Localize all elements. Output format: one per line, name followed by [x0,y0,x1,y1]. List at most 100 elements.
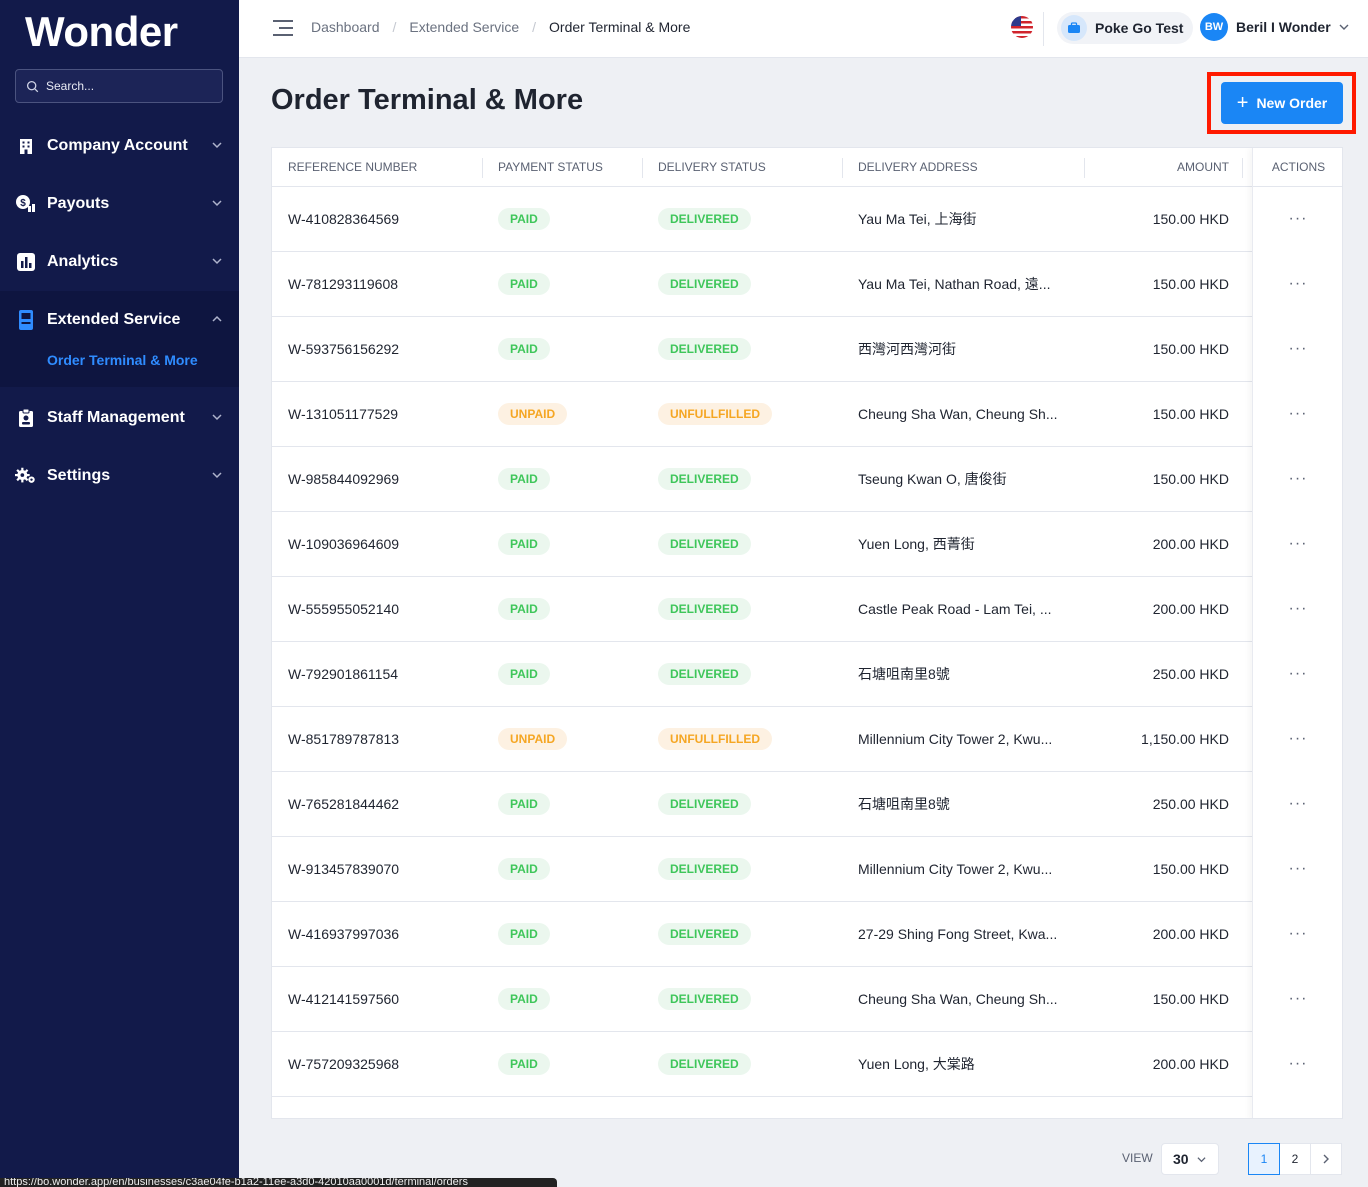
staff-icon [15,407,37,429]
table-row[interactable]: W-985844092969 PAID DELIVERED Tseung Kwan O… [272,447,1342,512]
payment-status-badge: UNPAID [498,728,568,750]
new-order-button[interactable]: + New Order [1221,82,1343,124]
breadcrumb-extended-service[interactable]: Extended Service [409,19,519,35]
reference-number: W-109036964609 [288,536,400,552]
col-header-delivery-status[interactable]: DELIVERY STATUS [658,148,766,187]
table-row[interactable]: W-109036964609 PAID DELIVERED Yuen Long, 西菁… [272,512,1342,577]
more-actions-icon[interactable]: ··· [1280,707,1316,771]
table-row[interactable]: W-131051177529 UNPAID UNFULLFILLED Cheung S… [272,382,1342,447]
page-button-1[interactable]: 1 [1248,1143,1280,1175]
col-divider [1242,158,1243,178]
more-actions-icon[interactable]: ··· [1280,187,1316,251]
amount: 250.00 HKD [1152,796,1229,812]
user-menu[interactable]: BW Beril I Wonder [1200,13,1349,41]
delivery-status-badge: DELIVERED [658,923,751,945]
table-row[interactable]: W-555955052140 PAID DELIVERED Castle Peak R… [272,577,1342,642]
delivery-address: Tseung Kwan O, 唐俊街 [858,471,1007,487]
chevron-down-icon [1197,1156,1206,1162]
chevron-down-icon [212,414,222,421]
more-actions-icon[interactable]: ··· [1280,772,1316,836]
col-header-payment-status[interactable]: PAYMENT STATUS [498,148,603,187]
sidebar-item-analytics[interactable]: Analytics [0,233,239,291]
amount: 200.00 HKD [1152,1056,1229,1072]
more-actions-icon[interactable]: ··· [1280,512,1316,576]
table-row[interactable]: W-792901861154 PAID DELIVERED 石塘咀南里8號 250.00… [272,642,1342,707]
table-row[interactable]: W-410828364569 PAID DELIVERED Yau Ma Tei, 上… [272,187,1342,252]
more-actions-icon[interactable]: ··· [1280,902,1316,966]
table-row[interactable]: W-757209325968 PAID DELIVERED Yuen Long, 大棠… [272,1032,1342,1097]
delivery-status-badge: DELIVERED [658,598,751,620]
amount: 200.00 HKD [1152,926,1229,942]
reference-number: W-555955052140 [288,601,400,617]
svg-text:$: $ [20,198,26,209]
sidebar-item-staff-management[interactable]: Staff Management [0,389,239,447]
wonder-logo[interactable]: Wonder [25,8,178,56]
chevron-down-icon [212,258,222,265]
next-page-button[interactable] [1310,1143,1342,1175]
search-input[interactable] [46,79,216,93]
delivery-address: Yuen Long, 西菁街 [858,536,975,552]
sidebar-item-payouts[interactable]: $ Payouts [0,175,239,233]
us-flag-icon[interactable] [1011,16,1033,38]
col-divider [1084,158,1085,178]
search-box[interactable] [15,69,223,103]
more-actions-icon[interactable]: ··· [1280,577,1316,641]
sidebar-item-settings[interactable]: Settings [0,447,239,505]
store-selector[interactable]: Poke Go Test [1057,12,1194,44]
more-actions-icon[interactable]: ··· [1280,837,1316,901]
amount: 150.00 HKD [1152,406,1229,422]
more-actions-icon[interactable]: ··· [1280,447,1316,511]
table-row[interactable]: W-416937997036 PAID DELIVERED 27-29 Shing F… [272,902,1342,967]
reference-number: W-851789787813 [288,731,400,747]
menu-toggle-icon[interactable] [272,18,294,38]
gears-icon [15,465,37,487]
delivery-address: Cheung Sha Wan, Cheung Sh... [858,991,1058,1007]
col-header-amount[interactable]: AMOUNT [1177,148,1229,187]
chevron-down-icon [1339,24,1349,30]
more-actions-icon[interactable]: ··· [1280,967,1316,1031]
sidebar-item-extended-service[interactable]: Extended Service [0,291,239,349]
breadcrumb-dashboard[interactable]: Dashboard [311,19,380,35]
more-actions-icon[interactable]: ··· [1280,252,1316,316]
more-actions-icon[interactable]: ··· [1280,382,1316,446]
payment-status-badge: PAID [498,273,550,295]
chevron-down-icon [212,472,222,479]
table-row[interactable]: W-851789787813 UNPAID UNFULLFILLED Millenni… [272,707,1342,772]
sidebar-item-company-account[interactable]: Company Account [0,117,239,175]
breadcrumb: Dashboard / Extended Service / Order Ter… [311,19,690,35]
sidebar-item-label: Analytics [47,253,119,270]
table-row[interactable]: W-412141597560 PAID DELIVERED Cheung Sha Wa… [272,967,1342,1032]
col-header-reference[interactable]: REFERENCE NUMBER [288,148,417,187]
chevron-down-icon [212,200,222,207]
table-row[interactable]: W-593756156292 PAID DELIVERED 西灣河西灣河街 150.00… [272,317,1342,382]
top-bar: Dashboard / Extended Service / Order Ter… [239,0,1368,58]
reference-number: W-985844092969 [288,471,400,487]
delivery-address: Yau Ma Tei, 上海街 [858,211,977,227]
breadcrumb-separator: / [392,19,397,35]
reference-number: W-765281844462 [288,796,400,812]
delivery-status-badge: DELIVERED [658,533,751,555]
delivery-address: 石塘咀南里8號 [858,666,950,682]
col-divider [642,158,643,178]
col-header-actions: ACTIONS [1253,148,1342,187]
amount: 150.00 HKD [1152,341,1229,357]
sidebar-item-label: Payouts [47,195,110,212]
amount: 250.00 HKD [1152,666,1229,682]
payment-status-badge: PAID [498,598,550,620]
sidebar-subitem-order-terminal[interactable]: Order Terminal & More [47,352,198,368]
chevron-down-icon [212,142,222,149]
table-row[interactable]: W-913457839070 PAID DELIVERED Millennium Ci… [272,837,1342,902]
per-page-select[interactable]: 30 [1161,1143,1219,1175]
more-actions-icon[interactable]: ··· [1280,317,1316,381]
delivery-address: Millennium City Tower 2, Kwu... [858,731,1053,747]
table-row[interactable]: W-765281844462 PAID DELIVERED 石塘咀南里8號 250.00… [272,772,1342,837]
more-actions-icon[interactable]: ··· [1280,1032,1316,1096]
table-row[interactable]: W-781293119608 PAID DELIVERED Yau Ma Tei, N… [272,252,1342,317]
breadcrumb-current: Order Terminal & More [549,19,691,35]
sidebar: Wonder Company Account $ Payouts Analyti… [0,0,239,1187]
col-header-delivery-address[interactable]: DELIVERY ADDRESS [858,148,978,187]
page-button-2[interactable]: 2 [1279,1143,1311,1175]
more-actions-icon[interactable]: ··· [1280,642,1316,706]
delivery-address: Yuen Long, 大棠路 [858,1056,975,1072]
delivery-address: 石塘咀南里8號 [858,796,950,812]
